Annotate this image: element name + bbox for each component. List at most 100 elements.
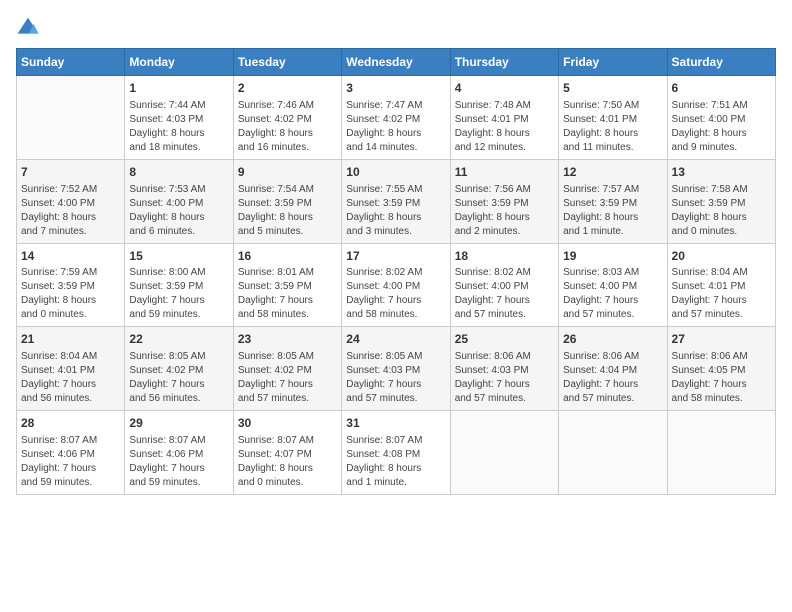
calendar-cell: 13 Sunrise: 7:58 AM Sunset: 3:59 PM Dayli… bbox=[667, 159, 775, 243]
dow-header-thursday: Thursday bbox=[450, 49, 558, 76]
day-info: Sunrise: 7:51 AM Sunset: 4:00 PM Dayligh… bbox=[672, 99, 771, 155]
calendar-cell: 29 Sunrise: 8:07 AM Sunset: 4:06 PM Dayli… bbox=[125, 411, 233, 495]
day-number: 29 bbox=[129, 415, 228, 432]
day-info: Sunrise: 8:05 AM Sunset: 4:02 PM Dayligh… bbox=[129, 350, 228, 406]
calendar-cell: 16Sunrise: 8:01 AM Sunset: 3:59 PM Dayli… bbox=[233, 243, 341, 327]
calendar-week-4: 21 Sunrise: 8:04 AM Sunset: 4:01 PM Dayli… bbox=[17, 327, 776, 411]
calendar-cell: 5 Sunrise: 7:50 AM Sunset: 4:01 PM Daylig… bbox=[559, 76, 667, 160]
day-info: Sunrise: 7:56 AM Sunset: 3:59 PM Dayligh… bbox=[455, 183, 554, 239]
day-number: 20 bbox=[672, 248, 771, 265]
day-info: Sunrise: 8:00 AM Sunset: 3:59 PM Dayligh… bbox=[129, 266, 228, 322]
day-info: Sunrise: 7:58 AM Sunset: 3:59 PM Dayligh… bbox=[672, 183, 771, 239]
day-number: 13 bbox=[672, 164, 771, 181]
dow-header-friday: Friday bbox=[559, 49, 667, 76]
calendar-cell: 2 Sunrise: 7:46 AM Sunset: 4:02 PM Daylig… bbox=[233, 76, 341, 160]
day-number: 12 bbox=[563, 164, 662, 181]
day-info: Sunrise: 7:54 AM Sunset: 3:59 PM Dayligh… bbox=[238, 183, 337, 239]
day-info: Sunrise: 8:07 AM Sunset: 4:06 PM Dayligh… bbox=[129, 434, 228, 490]
calendar-cell: 12 Sunrise: 7:57 AM Sunset: 3:59 PM Dayli… bbox=[559, 159, 667, 243]
calendar-cell: 25 Sunrise: 8:06 AM Sunset: 4:03 PM Dayli… bbox=[450, 327, 558, 411]
page-header bbox=[16, 16, 776, 40]
calendar-cell: 17Sunrise: 8:02 AM Sunset: 4:00 PM Dayli… bbox=[342, 243, 450, 327]
dow-header-saturday: Saturday bbox=[667, 49, 775, 76]
day-info: Sunrise: 8:01 AM Sunset: 3:59 PM Dayligh… bbox=[238, 266, 337, 322]
day-number: 26 bbox=[563, 331, 662, 348]
day-number: 23 bbox=[238, 331, 337, 348]
day-number: 9 bbox=[238, 164, 337, 181]
dow-header-tuesday: Tuesday bbox=[233, 49, 341, 76]
day-info: Sunrise: 8:06 AM Sunset: 4:03 PM Dayligh… bbox=[455, 350, 554, 406]
day-number: 21 bbox=[21, 331, 120, 348]
calendar-cell: 24 Sunrise: 8:05 AM Sunset: 4:03 PM Dayli… bbox=[342, 327, 450, 411]
day-info: Sunrise: 8:04 AM Sunset: 4:01 PM Dayligh… bbox=[21, 350, 120, 406]
calendar-cell: 28 Sunrise: 8:07 AM Sunset: 4:06 PM Dayli… bbox=[17, 411, 125, 495]
day-number: 14 bbox=[21, 248, 120, 265]
calendar-cell: 3 Sunrise: 7:47 AM Sunset: 4:02 PM Daylig… bbox=[342, 76, 450, 160]
day-info: Sunrise: 7:48 AM Sunset: 4:01 PM Dayligh… bbox=[455, 99, 554, 155]
calendar-cell: 31 Sunrise: 8:07 AM Sunset: 4:08 PM Dayli… bbox=[342, 411, 450, 495]
day-number: 11 bbox=[455, 164, 554, 181]
day-number: 2 bbox=[238, 80, 337, 97]
day-info: Sunrise: 7:57 AM Sunset: 3:59 PM Dayligh… bbox=[563, 183, 662, 239]
day-info: Sunrise: 7:44 AM Sunset: 4:03 PM Dayligh… bbox=[129, 99, 228, 155]
calendar-cell: 27 Sunrise: 8:06 AM Sunset: 4:05 PM Dayli… bbox=[667, 327, 775, 411]
day-number: 19 bbox=[563, 248, 662, 265]
day-number: 4 bbox=[455, 80, 554, 97]
dow-header-monday: Monday bbox=[125, 49, 233, 76]
calendar-cell: 8Sunrise: 7:53 AM Sunset: 4:00 PM Daylig… bbox=[125, 159, 233, 243]
day-info: Sunrise: 7:50 AM Sunset: 4:01 PM Dayligh… bbox=[563, 99, 662, 155]
day-number: 27 bbox=[672, 331, 771, 348]
day-number: 15 bbox=[129, 248, 228, 265]
day-info: Sunrise: 7:46 AM Sunset: 4:02 PM Dayligh… bbox=[238, 99, 337, 155]
day-info: Sunrise: 8:06 AM Sunset: 4:04 PM Dayligh… bbox=[563, 350, 662, 406]
day-number: 25 bbox=[455, 331, 554, 348]
day-number: 6 bbox=[672, 80, 771, 97]
calendar-cell: 21 Sunrise: 8:04 AM Sunset: 4:01 PM Dayli… bbox=[17, 327, 125, 411]
calendar-cell: 14Sunrise: 7:59 AM Sunset: 3:59 PM Dayli… bbox=[17, 243, 125, 327]
dow-header-wednesday: Wednesday bbox=[342, 49, 450, 76]
calendar-cell: 15Sunrise: 8:00 AM Sunset: 3:59 PM Dayli… bbox=[125, 243, 233, 327]
calendar-cell: 11 Sunrise: 7:56 AM Sunset: 3:59 PM Dayli… bbox=[450, 159, 558, 243]
calendar-cell: 22 Sunrise: 8:05 AM Sunset: 4:02 PM Dayli… bbox=[125, 327, 233, 411]
day-info: Sunrise: 8:07 AM Sunset: 4:07 PM Dayligh… bbox=[238, 434, 337, 490]
day-number: 31 bbox=[346, 415, 445, 432]
day-number: 5 bbox=[563, 80, 662, 97]
day-info: Sunrise: 8:02 AM Sunset: 4:00 PM Dayligh… bbox=[346, 266, 445, 322]
calendar-cell: 23Sunrise: 8:05 AM Sunset: 4:02 PM Dayli… bbox=[233, 327, 341, 411]
day-info: Sunrise: 7:52 AM Sunset: 4:00 PM Dayligh… bbox=[21, 183, 120, 239]
day-info: Sunrise: 8:07 AM Sunset: 4:08 PM Dayligh… bbox=[346, 434, 445, 490]
logo bbox=[16, 16, 44, 40]
calendar-cell: 1 Sunrise: 7:44 AM Sunset: 4:03 PM Daylig… bbox=[125, 76, 233, 160]
day-info: Sunrise: 8:05 AM Sunset: 4:03 PM Dayligh… bbox=[346, 350, 445, 406]
day-info: Sunrise: 7:47 AM Sunset: 4:02 PM Dayligh… bbox=[346, 99, 445, 155]
calendar-table: SundayMondayTuesdayWednesdayThursdayFrid… bbox=[16, 48, 776, 495]
calendar-week-2: 7 Sunrise: 7:52 AM Sunset: 4:00 PM Daylig… bbox=[17, 159, 776, 243]
day-info: Sunrise: 8:04 AM Sunset: 4:01 PM Dayligh… bbox=[672, 266, 771, 322]
calendar-cell: 30 Sunrise: 8:07 AM Sunset: 4:07 PM Dayli… bbox=[233, 411, 341, 495]
day-number: 17 bbox=[346, 248, 445, 265]
day-number: 3 bbox=[346, 80, 445, 97]
day-number: 30 bbox=[238, 415, 337, 432]
day-number: 22 bbox=[129, 331, 228, 348]
day-info: Sunrise: 8:06 AM Sunset: 4:05 PM Dayligh… bbox=[672, 350, 771, 406]
day-info: Sunrise: 8:02 AM Sunset: 4:00 PM Dayligh… bbox=[455, 266, 554, 322]
day-number: 16 bbox=[238, 248, 337, 265]
logo-icon bbox=[16, 16, 40, 40]
calendar-cell: 19Sunrise: 8:03 AM Sunset: 4:00 PM Dayli… bbox=[559, 243, 667, 327]
day-number: 28 bbox=[21, 415, 120, 432]
calendar-week-1: 1 Sunrise: 7:44 AM Sunset: 4:03 PM Daylig… bbox=[17, 76, 776, 160]
calendar-cell: 6 Sunrise: 7:51 AM Sunset: 4:00 PM Daylig… bbox=[667, 76, 775, 160]
calendar-week-5: 28 Sunrise: 8:07 AM Sunset: 4:06 PM Dayli… bbox=[17, 411, 776, 495]
day-info: Sunrise: 7:59 AM Sunset: 3:59 PM Dayligh… bbox=[21, 266, 120, 322]
day-info: Sunrise: 7:53 AM Sunset: 4:00 PM Dayligh… bbox=[129, 183, 228, 239]
calendar-cell: 7 Sunrise: 7:52 AM Sunset: 4:00 PM Daylig… bbox=[17, 159, 125, 243]
day-number: 7 bbox=[21, 164, 120, 181]
day-number: 1 bbox=[129, 80, 228, 97]
calendar-cell: 26 Sunrise: 8:06 AM Sunset: 4:04 PM Dayli… bbox=[559, 327, 667, 411]
day-info: Sunrise: 8:07 AM Sunset: 4:06 PM Dayligh… bbox=[21, 434, 120, 490]
calendar-cell bbox=[17, 76, 125, 160]
calendar-cell bbox=[667, 411, 775, 495]
day-number: 24 bbox=[346, 331, 445, 348]
calendar-body: 1 Sunrise: 7:44 AM Sunset: 4:03 PM Daylig… bbox=[17, 76, 776, 495]
calendar-cell bbox=[450, 411, 558, 495]
